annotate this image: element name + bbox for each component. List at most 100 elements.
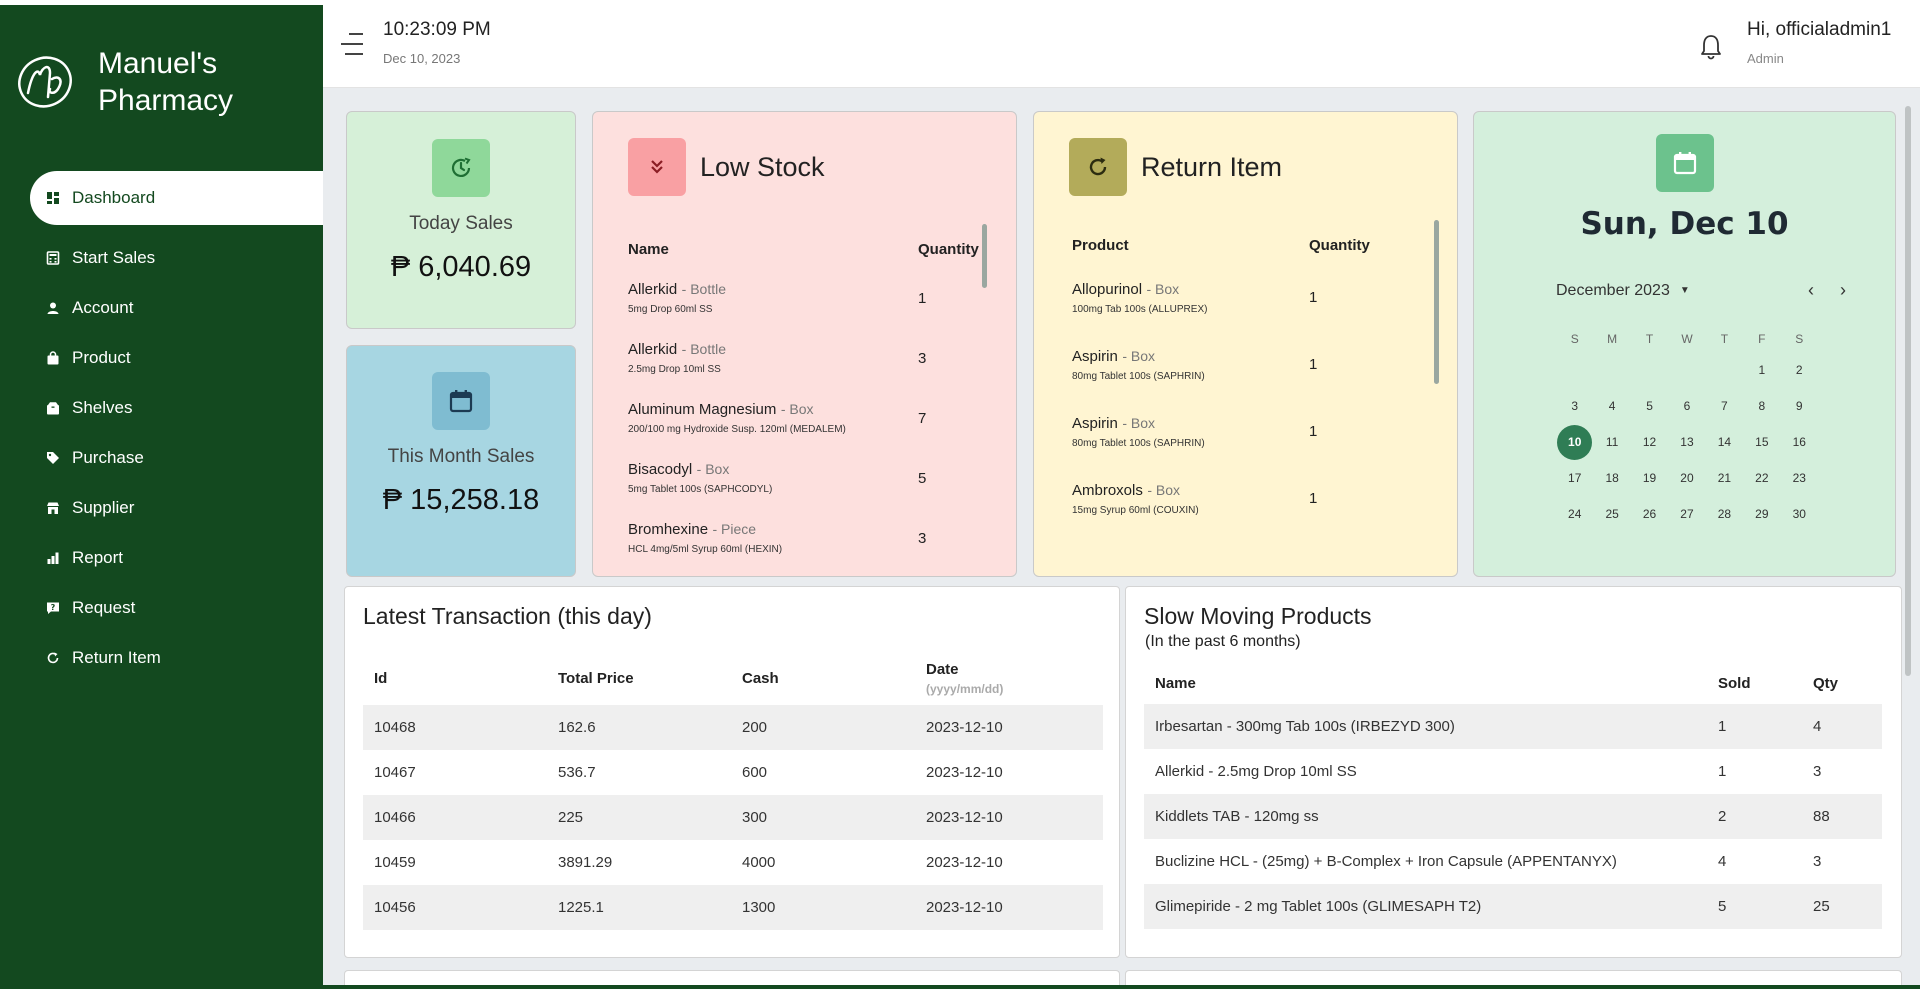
calendar-day[interactable]: 2 [1781, 352, 1818, 388]
calendar-day[interactable]: 18 [1593, 460, 1630, 496]
calendar-day[interactable]: 28 [1706, 496, 1743, 532]
col-date-label: Date [926, 660, 959, 678]
item-desc: 80mg Tablet 100s (SAPHRIN) [1072, 370, 1205, 382]
list-item[interactable]: Bromhexine - Piece HCL 4mg/5ml Syrup 60ml… [628, 508, 988, 568]
calendar-day[interactable]: 16 [1781, 424, 1818, 460]
weekday-label: T [1645, 332, 1654, 346]
table-row[interactable]: Irbesartan - 300mg Tab 100s (IRBEZYD 300… [1144, 704, 1882, 749]
item-desc: 5mg Drop 60ml SS [628, 304, 713, 315]
calendar-day[interactable]: 14 [1706, 424, 1743, 460]
list-item[interactable]: Aspirin - Box 80mg Tablet 100s (SAPHRIN) … [1069, 331, 1419, 398]
chevron-left-icon[interactable]: ‹ [1808, 280, 1814, 301]
calendar-day[interactable]: 19 [1631, 460, 1668, 496]
table-row[interactable]: 10468 162.6 200 2023-12-10 [363, 705, 1103, 750]
sidebar-item-start-sales[interactable]: Start Sales [30, 233, 323, 283]
sidebar-item-label: Report [72, 548, 124, 567]
calendar-day[interactable]: 23 [1781, 460, 1818, 496]
table-row[interactable]: 10456 1225.1 1300 2023-12-10 [363, 885, 1103, 930]
sidebar-item-label: Purchase [72, 448, 144, 467]
weekday-label: M [1607, 332, 1618, 346]
calendar-day[interactable]: 26 [1631, 496, 1668, 532]
calendar-day[interactable]: 7 [1706, 388, 1743, 424]
cell-total: 225 [547, 795, 731, 840]
sidebar-item-purchase[interactable]: Purchase [30, 433, 323, 483]
calendar-day[interactable]: 20 [1668, 460, 1705, 496]
calendar-day[interactable]: 4 [1593, 388, 1630, 424]
page-scrollbar[interactable] [1905, 106, 1911, 676]
calendar-day[interactable]: 11 [1593, 424, 1630, 460]
caret-down-icon[interactable]: ▼ [1680, 285, 1690, 296]
calendar-day[interactable]: 12 [1631, 424, 1668, 460]
calendar-month-label[interactable]: December 2023 [1556, 282, 1670, 300]
table-row[interactable]: 10466 225 300 2023-12-10 [363, 795, 1103, 840]
list-item[interactable]: Aluminum Magnesium - Box 200/100 mg Hydro… [628, 388, 988, 448]
calendar-week: 3 4 5 6 7 8 9 [1556, 388, 1818, 424]
cell-cash: 300 [731, 795, 915, 840]
sidebar-item-supplier[interactable]: Supplier [30, 483, 323, 533]
calendar-day[interactable]: 24 [1556, 496, 1593, 532]
item-unit: - Box [1122, 347, 1155, 364]
item-name: Allerkid [628, 281, 678, 298]
table-row[interactable]: 10467 536.7 600 2023-12-10 [363, 750, 1103, 795]
calendar-day[interactable]: 6 [1668, 388, 1705, 424]
calendar-day[interactable]: 9 [1781, 388, 1818, 424]
calendar-day[interactable]: 29 [1743, 496, 1780, 532]
sidebar-item-report[interactable]: Report [30, 533, 323, 583]
list-item[interactable]: Allopurinol - Box 100mg Tab 100s (ALLUPRE… [1069, 264, 1419, 331]
return-item-scrollbar[interactable] [1434, 220, 1439, 384]
cell-cash: 4000 [742, 854, 776, 871]
calendar-day[interactable]: 27 [1668, 496, 1705, 532]
list-item[interactable]: Aspirin - Box 80mg Tablet 100s (SAPHRIN) … [1069, 398, 1419, 465]
low-stock-scrollbar[interactable] [982, 224, 987, 288]
item-name: Aluminum Magnesium [628, 401, 777, 418]
table-row[interactable]: 10459 3891.29 4000 2023-12-10 [363, 840, 1103, 885]
list-item[interactable]: Bisacodyl - Box 5mg Tablet 100s (SAPHCODY… [628, 448, 988, 508]
calendar-day[interactable] [1706, 352, 1743, 388]
cell-total: 536.7 [558, 764, 596, 781]
calendar-day-selected[interactable]: 10 [1556, 424, 1593, 460]
bell-icon[interactable] [1699, 33, 1723, 61]
col-date: Date (yyyy/mm/dd) [915, 651, 1103, 705]
table-row[interactable]: Buclizine HCL - (25mg) + B-Complex + Iro… [1144, 839, 1882, 884]
calendar-day[interactable]: 25 [1593, 496, 1630, 532]
table-row[interactable]: Kiddlets TAB - 120mg ss 2 88 [1144, 794, 1882, 839]
calendar-day[interactable] [1593, 352, 1630, 388]
calendar-day[interactable] [1631, 352, 1668, 388]
hamburger-icon[interactable] [341, 33, 365, 59]
calendar-day[interactable]: 21 [1706, 460, 1743, 496]
tag-icon [46, 451, 60, 465]
table-row[interactable]: Glimepiride - 2 mg Tablet 100s (GLIMESAP… [1144, 884, 1882, 929]
calendar-day[interactable]: 15 [1743, 424, 1780, 460]
sidebar-item-shelves[interactable]: Shelves [30, 383, 323, 433]
sidebar-item-label: Dashboard [72, 188, 156, 207]
calendar-day[interactable]: 13 [1668, 424, 1705, 460]
sidebar-item-request[interactable]: ? Request [30, 583, 323, 633]
calendar-day[interactable]: 3 [1556, 388, 1593, 424]
item-qty: 1 [1309, 423, 1318, 440]
sidebar-item-product[interactable]: Product [30, 333, 323, 383]
calendar-day[interactable]: 22 [1743, 460, 1780, 496]
calendar-day[interactable]: 30 [1781, 496, 1818, 532]
calendar-day[interactable]: 5 [1631, 388, 1668, 424]
table-row[interactable]: Allerkid - 2.5mg Drop 10ml SS 1 3 [1144, 749, 1882, 794]
calendar-day[interactable]: 17 [1556, 460, 1593, 496]
return-item-table: Product Quantity Allopurinol - Box 100mg … [1069, 226, 1419, 532]
sidebar-item-return-item[interactable]: Return Item [30, 633, 323, 683]
chevron-right-icon[interactable]: › [1840, 280, 1846, 301]
sidebar-item-account[interactable]: Account [30, 283, 323, 333]
calendar-day[interactable]: 1 [1743, 352, 1780, 388]
low-stock-title: Low Stock [700, 151, 825, 182]
calendar-day[interactable] [1556, 352, 1593, 388]
calendar-day[interactable]: 8 [1743, 388, 1780, 424]
user-menu[interactable]: Hi, officialadmin1 Admin [1747, 19, 1891, 66]
brand-name-line1: Manuel's [98, 47, 218, 80]
brand[interactable]: Manuel's Pharmacy [14, 45, 233, 119]
list-item[interactable]: Allerkid - Bottle 2.5mg Drop 10ml SS 3 [628, 328, 988, 388]
list-item[interactable]: Allerkid - Bottle 5mg Drop 60ml SS 1 [628, 268, 988, 328]
item-desc: HCL 4mg/5ml Syrup 60ml (HEXIN) [628, 544, 783, 555]
sidebar-item-dashboard[interactable]: Dashboard [30, 171, 323, 225]
list-item[interactable]: Ambroxols - Box 15mg Syrup 60ml (COUXIN) … [1069, 465, 1419, 532]
calendar-day[interactable] [1668, 352, 1705, 388]
item-qty: 7 [918, 409, 927, 427]
col-product: Product [1072, 236, 1129, 254]
